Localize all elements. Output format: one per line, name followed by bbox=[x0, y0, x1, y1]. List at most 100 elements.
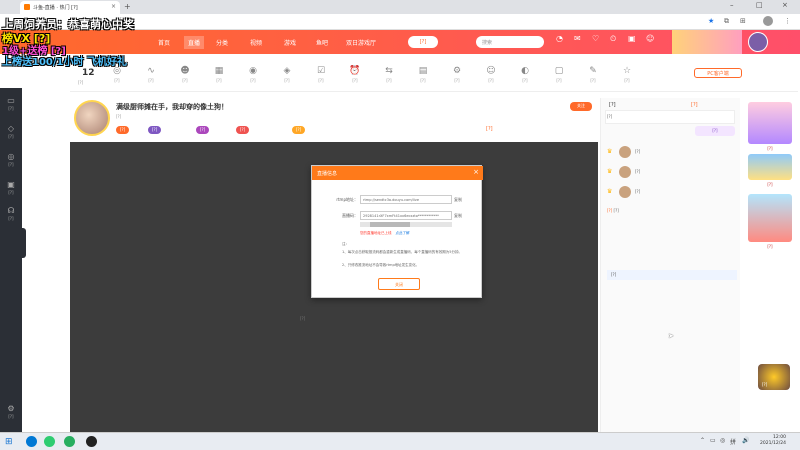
sidebar-item-5[interactable]: ☊ [?] bbox=[0, 206, 22, 221]
rtmp-field[interactable]: rtmp://sendtc3a.douyu.com/live bbox=[360, 195, 452, 204]
ad-label-3: [?] bbox=[767, 244, 773, 249]
room-tag-4[interactable]: [?] bbox=[236, 126, 250, 134]
search-input[interactable]: 搜索 bbox=[476, 36, 544, 48]
room-meta: [?] bbox=[116, 114, 122, 119]
note-2: 2、只修改推流地址不会导致rtmp地址发生变化。 bbox=[342, 263, 420, 267]
close-button[interactable]: 关闭 bbox=[378, 278, 420, 290]
ad-banner-3[interactable] bbox=[748, 194, 792, 242]
nav-fishbar[interactable]: 鱼吧 bbox=[316, 38, 328, 47]
tray-ime-icon[interactable]: 拼 bbox=[730, 437, 736, 446]
nav-live[interactable]: 直播 bbox=[184, 36, 205, 49]
fan-row-3[interactable]: ♛ [?] bbox=[607, 186, 737, 200]
user-icon[interactable]: ☺ bbox=[646, 34, 654, 43]
sidebar-collapse-handle[interactable] bbox=[22, 228, 26, 258]
fans-badge[interactable]: [?] bbox=[695, 126, 735, 136]
tool-9[interactable]: ⇆ [?] bbox=[372, 66, 406, 83]
nav-video[interactable]: 视频 bbox=[250, 38, 262, 47]
tab-close-icon[interactable]: × bbox=[111, 3, 116, 10]
tray-volume-icon[interactable]: 🔊 bbox=[742, 437, 749, 444]
learn-more-link[interactable]: 点此了解 bbox=[396, 231, 410, 235]
tool-6[interactable]: ◈ [?] bbox=[270, 66, 304, 83]
tool-9-icon: ⇆ bbox=[385, 66, 393, 76]
windows-start-icon[interactable]: ⊞ bbox=[5, 437, 13, 447]
sidebar-item-2[interactable]: ◇ [?] bbox=[0, 124, 22, 139]
pc-client-button[interactable]: PC客户端 bbox=[694, 68, 742, 78]
nav-games[interactable]: 游戏 bbox=[284, 38, 296, 47]
browser-tab[interactable]: 斗鱼-直播 · 热门 [?] × bbox=[20, 1, 120, 14]
tray-network-icon[interactable]: ◎ bbox=[720, 437, 725, 444]
message-icon[interactable]: ✉ bbox=[574, 34, 581, 43]
sidebar-settings[interactable]: ⚙ [?] bbox=[0, 404, 22, 419]
note-title: 注： bbox=[342, 242, 349, 246]
profile-avatar[interactable] bbox=[763, 16, 773, 26]
puzzle-icon[interactable]: ⊞ bbox=[740, 17, 746, 25]
sidebar-item-4[interactable]: ▣ [?] bbox=[0, 180, 22, 195]
rtmp-copy-button[interactable]: 复制 bbox=[454, 197, 462, 203]
follow-icon[interactable]: ♡ bbox=[592, 34, 599, 43]
ad-banner-2[interactable] bbox=[748, 154, 792, 180]
fan-row-1[interactable]: ♛ [?] bbox=[607, 146, 737, 160]
edge-icon[interactable] bbox=[26, 436, 37, 447]
extension-icon[interactable]: ⧉ bbox=[724, 17, 729, 26]
tool-2-icon: ∿ bbox=[147, 66, 155, 76]
key-scrollbar-thumb[interactable] bbox=[370, 222, 410, 227]
streamer-avatar[interactable] bbox=[74, 100, 110, 136]
header-banner[interactable] bbox=[672, 30, 742, 54]
header-user-avatar[interactable] bbox=[748, 32, 768, 52]
history-icon[interactable]: ⏲ bbox=[610, 34, 616, 44]
fan-avatar bbox=[619, 186, 631, 198]
tray-battery-icon[interactable]: ▭ bbox=[710, 437, 716, 444]
ad-label-1: [?] bbox=[767, 146, 773, 151]
tab-weekly[interactable]: [?] bbox=[691, 102, 698, 108]
download-icon[interactable]: ▣ bbox=[628, 34, 636, 43]
menu-dots-icon[interactable]: ⋮ bbox=[784, 17, 791, 25]
app-icon-green-2[interactable] bbox=[64, 436, 75, 447]
room-tag-2[interactable]: [?] bbox=[148, 126, 162, 134]
tool-8[interactable]: ⏰ [?] bbox=[338, 66, 372, 83]
nav-category[interactable]: 分类 bbox=[216, 38, 228, 47]
new-tab-button[interactable]: + bbox=[124, 2, 131, 11]
rank-box bbox=[605, 110, 735, 124]
obs-icon[interactable] bbox=[86, 436, 97, 447]
tab-rank[interactable]: [?] bbox=[609, 102, 616, 108]
maximize-button[interactable]: □ bbox=[756, 1, 763, 9]
tool-7[interactable]: ☑ [?] bbox=[304, 66, 338, 83]
follow-button[interactable]: 关注 bbox=[570, 102, 592, 111]
tool-5-icon: ◉ bbox=[249, 66, 257, 76]
sidebar-item-1[interactable]: ▭ [?] bbox=[0, 96, 22, 111]
tool-12[interactable]: ☺ [?] bbox=[474, 66, 508, 83]
minimize-button[interactable]: – bbox=[730, 1, 734, 9]
app-icon-green[interactable] bbox=[44, 436, 55, 447]
room-tag-3[interactable]: [?] bbox=[196, 126, 210, 134]
tool-11[interactable]: ⚙ [?] bbox=[440, 66, 474, 83]
modal-close-icon[interactable]: × bbox=[473, 168, 479, 176]
rank-row: [?] bbox=[607, 114, 613, 119]
nav-game-hall[interactable]: 双日游戏厅 bbox=[346, 38, 376, 47]
tool-2[interactable]: ∿ [?] bbox=[134, 66, 168, 83]
key-scrollbar[interactable] bbox=[360, 222, 452, 227]
sidebar-item-3[interactable]: ◎ [?] bbox=[0, 152, 22, 167]
left-sidebar: ▭ [?] ◇ [?] ◎ [?] ▣ [?] ☊ [?] ⚙ [?] bbox=[0, 88, 22, 432]
close-window-button[interactable]: × bbox=[782, 1, 788, 9]
header-icon-1[interactable]: ◔ bbox=[556, 34, 563, 43]
nav-home[interactable]: 首页 bbox=[158, 38, 170, 47]
clock[interactable]: 12:00 2021/12/24 bbox=[760, 435, 786, 447]
tool-15[interactable]: ✎ [?] bbox=[576, 66, 610, 83]
promo-button[interactable]: [?] bbox=[408, 36, 438, 48]
key-field[interactable]: 2928141rXF7xmFt41xx6ecxzto************ bbox=[360, 211, 452, 220]
fan-row-2[interactable]: ♛ [?] bbox=[607, 166, 737, 180]
tool-3[interactable]: ☻ [?] bbox=[168, 66, 202, 83]
tool-4[interactable]: ▦ [?] bbox=[202, 66, 236, 83]
tool-14[interactable]: ▢ [?] bbox=[542, 66, 576, 83]
tool-16[interactable]: ☆ [?] bbox=[610, 66, 644, 83]
bookmark-star-icon[interactable]: ★ bbox=[708, 17, 714, 25]
ad-banner-1[interactable] bbox=[748, 102, 792, 144]
room-tag-5[interactable]: [?] bbox=[292, 126, 306, 134]
room-tag-1[interactable]: [?] bbox=[116, 126, 130, 134]
tool-10[interactable]: ▤ [?] bbox=[406, 66, 440, 83]
tool-1[interactable]: ◎ [?] bbox=[100, 66, 134, 83]
key-copy-button[interactable]: 复制 bbox=[454, 213, 462, 219]
tool-13[interactable]: ◐ [?] bbox=[508, 66, 542, 83]
tool-5[interactable]: ◉ [?] bbox=[236, 66, 270, 83]
tray-up-icon[interactable]: ⌃ bbox=[700, 437, 705, 444]
